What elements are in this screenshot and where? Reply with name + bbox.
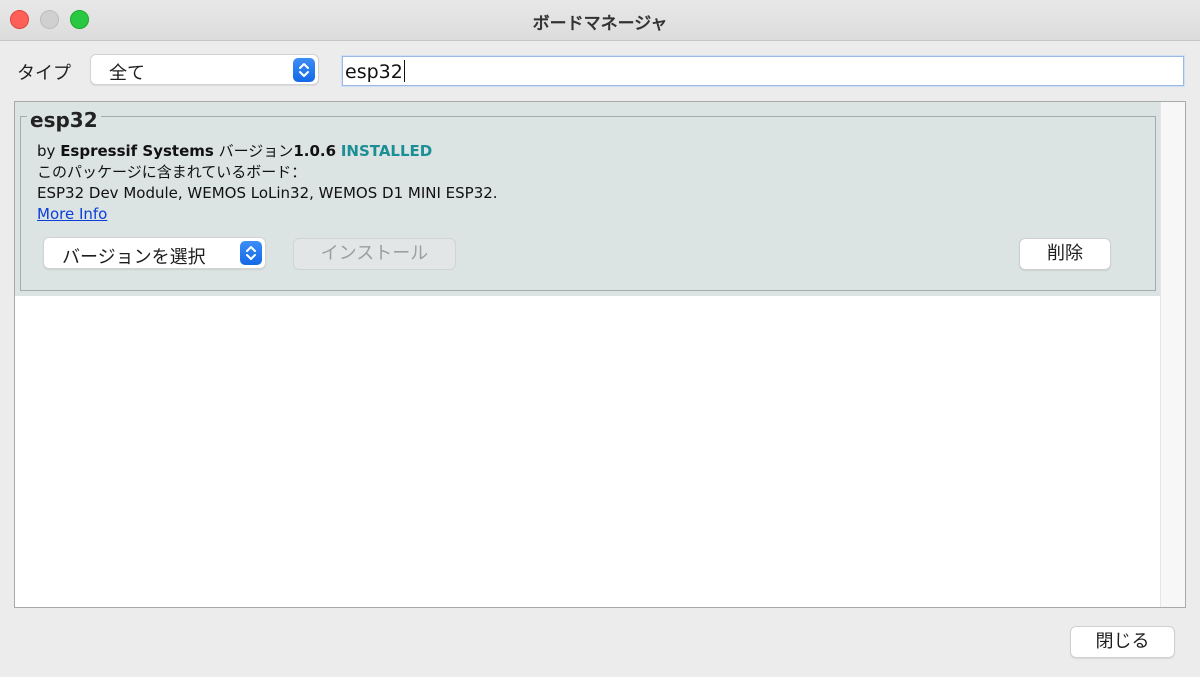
package-list: esp32 by Espressif Systems バージョン1.0.6 IN… — [14, 101, 1186, 608]
close-button[interactable]: 閉じる — [1070, 626, 1175, 658]
version-label: バージョン — [218, 142, 294, 160]
type-label: タイプ — [17, 63, 71, 84]
scrollbar-track[interactable] — [1160, 102, 1185, 607]
title-bar: ボードマネージャ — [0, 0, 1200, 41]
version-select[interactable]: バージョンを選択 — [43, 237, 266, 269]
installed-status: INSTALLED — [340, 142, 433, 160]
window-title: ボードマネージャ — [532, 14, 668, 34]
updown-chevron-icon — [293, 58, 315, 82]
install-button[interactable]: インストール — [293, 238, 456, 270]
type-select-value: 全て — [109, 63, 145, 84]
text-caret — [403, 60, 405, 82]
package-author: Espressif Systems — [60, 142, 214, 160]
remove-button[interactable]: 削除 — [1019, 238, 1111, 270]
updown-chevron-icon — [240, 241, 262, 265]
package-details: by Espressif Systems バージョン1.0.6 INSTALLE… — [37, 141, 498, 225]
search-input[interactable]: esp32 — [342, 56, 1184, 86]
by-prefix: by — [37, 142, 56, 160]
version-select-label: バージョンを選択 — [62, 247, 206, 268]
board-manager-window: ボードマネージャ タイプ 全て esp32 esp32 by Espressif… — [0, 0, 1200, 677]
package-version: 1.0.6 — [293, 142, 337, 160]
package-author-line: by Espressif Systems バージョン1.0.6 INSTALLE… — [37, 141, 498, 162]
more-info-link[interactable]: More Info — [37, 205, 107, 223]
search-input-value: esp32 — [345, 61, 403, 83]
package-name: esp32 — [27, 108, 101, 132]
type-select[interactable]: 全て — [90, 54, 319, 85]
boards-label: このパッケージに含まれているボード： — [37, 163, 307, 181]
boards-list: ESP32 Dev Module, WEMOS LoLin32, WEMOS D… — [37, 184, 498, 202]
